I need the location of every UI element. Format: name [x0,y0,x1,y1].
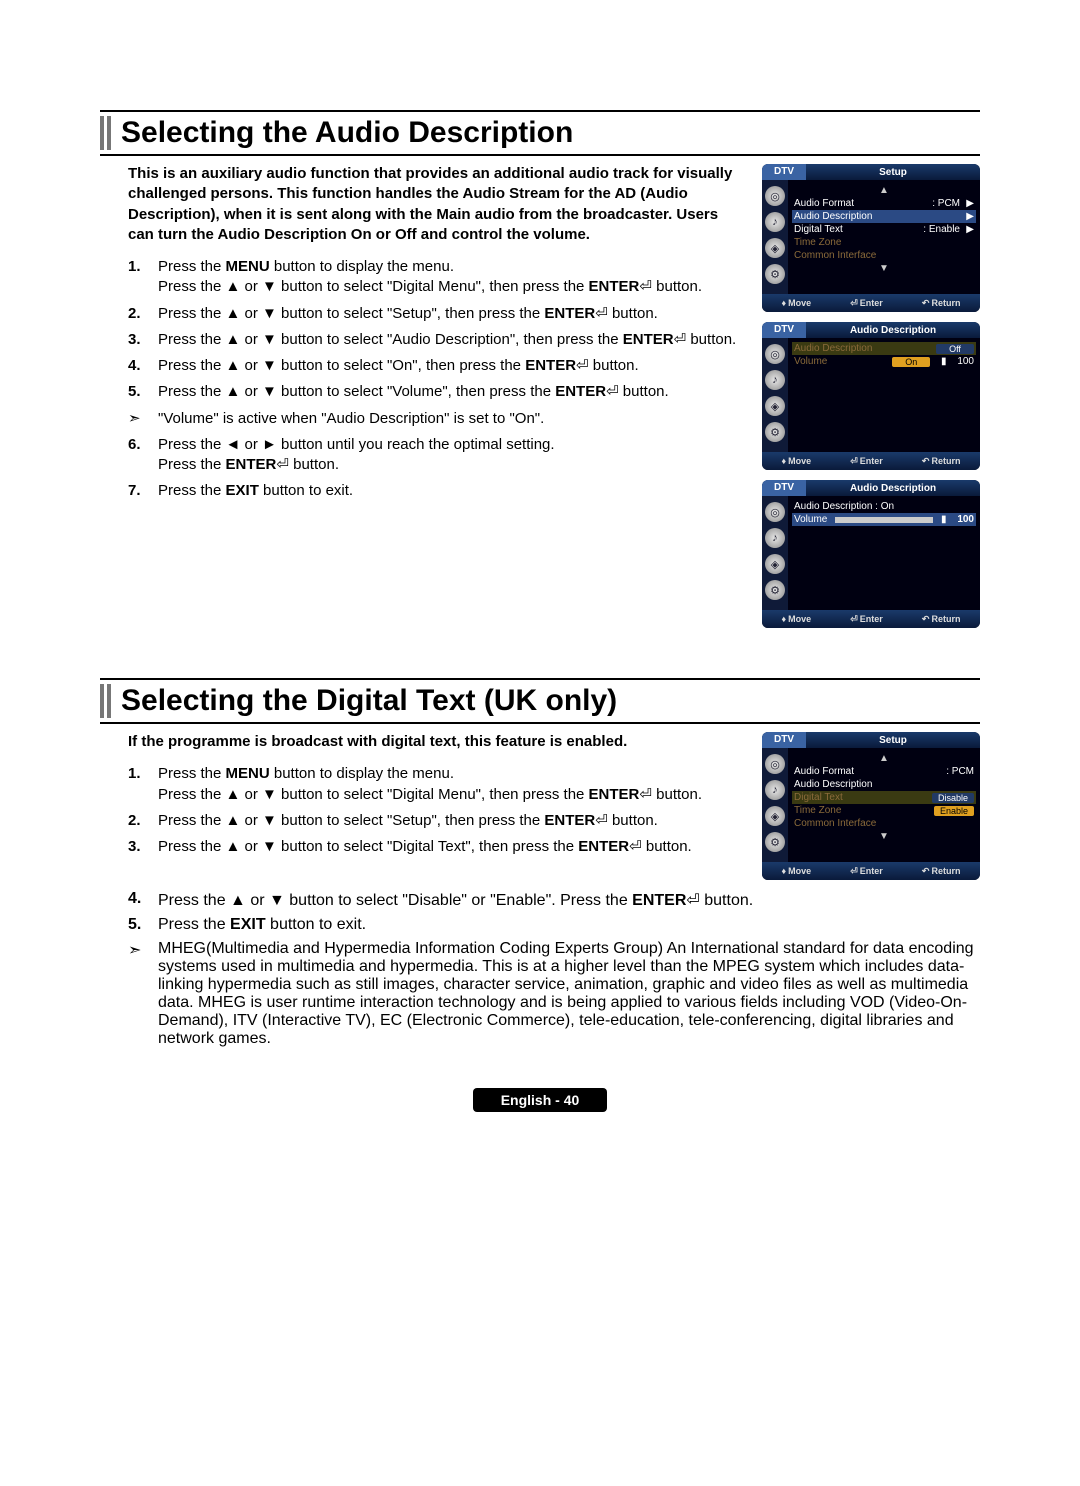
osd-digital-text: DTV Setup ◎ ♪ ◈ ⚙ ▲ Audio Format: PCM [762,732,980,880]
mheg-note: MHEG(Multimedia and Hypermedia Informati… [128,940,980,1048]
step-2: Press the ▲ or ▼ button to select "Setup… [128,811,746,831]
channel-icon: ◈ [765,806,785,826]
chip-off: Off [936,344,974,354]
osd-setup: DTV Setup ◎ ♪ ◈ ⚙ ▲ Audio Format: PCM▶ [762,164,980,312]
step-2: Press the ▲ or ▼ button to select "Setup… [128,304,746,324]
setup-icon: ⚙ [765,580,785,600]
osd-audio-desc-select: DTV Audio Description ◎ ♪ ◈ ⚙ Audio Desc… [762,322,980,470]
step-3: Press the ▲ or ▼ button to select "Audio… [128,330,746,350]
picture-icon: ◎ [765,186,785,206]
osd-sidebar: ◎ ♪ ◈ ⚙ [762,180,788,294]
step-1: Press the MENU button to display the men… [128,764,746,805]
steps-list-cont: Press the ◄ or ► button until you reach … [100,435,746,502]
picture-icon: ◎ [765,754,785,774]
section-title: Selecting the Digital Text (UK only) [121,684,617,718]
steps-list: Press the MENU button to display the men… [100,257,746,403]
chip-disable: Disable [932,793,974,803]
heading-bars-icon [100,684,111,718]
step-6: Press the ◄ or ► button until you reach … [128,435,746,476]
intro-paragraph: If the programme is broadcast with digit… [128,732,746,752]
picture-icon: ◎ [765,344,785,364]
steps-list: Press the MENU button to display the men… [100,764,746,857]
chip-enable: Enable [934,806,974,816]
chip-on: On [892,357,930,367]
sound-icon: ♪ [765,528,785,548]
scroll-down-icon: ▼ [792,262,976,275]
heading-bars-icon [100,116,111,150]
setup-icon: ⚙ [765,422,785,442]
step-7: Press the EXIT button to exit. [128,481,746,501]
volume-note: "Volume" is active when "Audio Descripti… [128,409,746,429]
osd-audio-desc-volume: DTV Audio Description ◎ ♪ ◈ ⚙ Audio Desc… [762,480,980,628]
section-heading: Selecting the Audio Description [100,110,980,156]
setup-icon: ⚙ [765,264,785,284]
scroll-up-icon: ▲ [792,752,976,765]
page-footer: English - 40 [100,1088,980,1112]
sound-icon: ♪ [765,370,785,390]
sound-icon: ♪ [765,780,785,800]
intro-paragraph: This is an auxiliary audio function that… [128,164,746,245]
scroll-up-icon: ▲ [792,184,976,197]
return-hint: ↶ Return [922,298,961,309]
enter-hint: ⏎ Enter [850,298,883,309]
channel-icon: ◈ [765,554,785,574]
channel-icon: ◈ [765,238,785,258]
picture-icon: ◎ [765,502,785,522]
osd-title: Setup [806,167,980,178]
move-hint: ♦ Move [782,298,812,308]
scroll-down-icon: ▼ [792,830,976,843]
steps-list-full: Press the ▲ or ▼ button to select "Disab… [100,890,980,934]
osd-tab: DTV [762,164,806,180]
setup-icon: ⚙ [765,832,785,852]
volume-slider [835,517,933,523]
channel-icon: ◈ [765,396,785,416]
step-4: Press the ▲ or ▼ button to select "On", … [128,356,746,376]
step-5: Press the EXIT button to exit. [128,916,980,934]
section-heading: Selecting the Digital Text (UK only) [100,678,980,724]
step-4: Press the ▲ or ▼ button to select "Disab… [128,890,980,910]
sound-icon: ♪ [765,212,785,232]
step-1: Press the MENU button to display the men… [128,257,746,298]
step-5: Press the ▲ or ▼ button to select "Volum… [128,382,746,402]
step-3: Press the ▲ or ▼ button to select "Digit… [128,837,746,857]
section-title: Selecting the Audio Description [121,116,573,150]
